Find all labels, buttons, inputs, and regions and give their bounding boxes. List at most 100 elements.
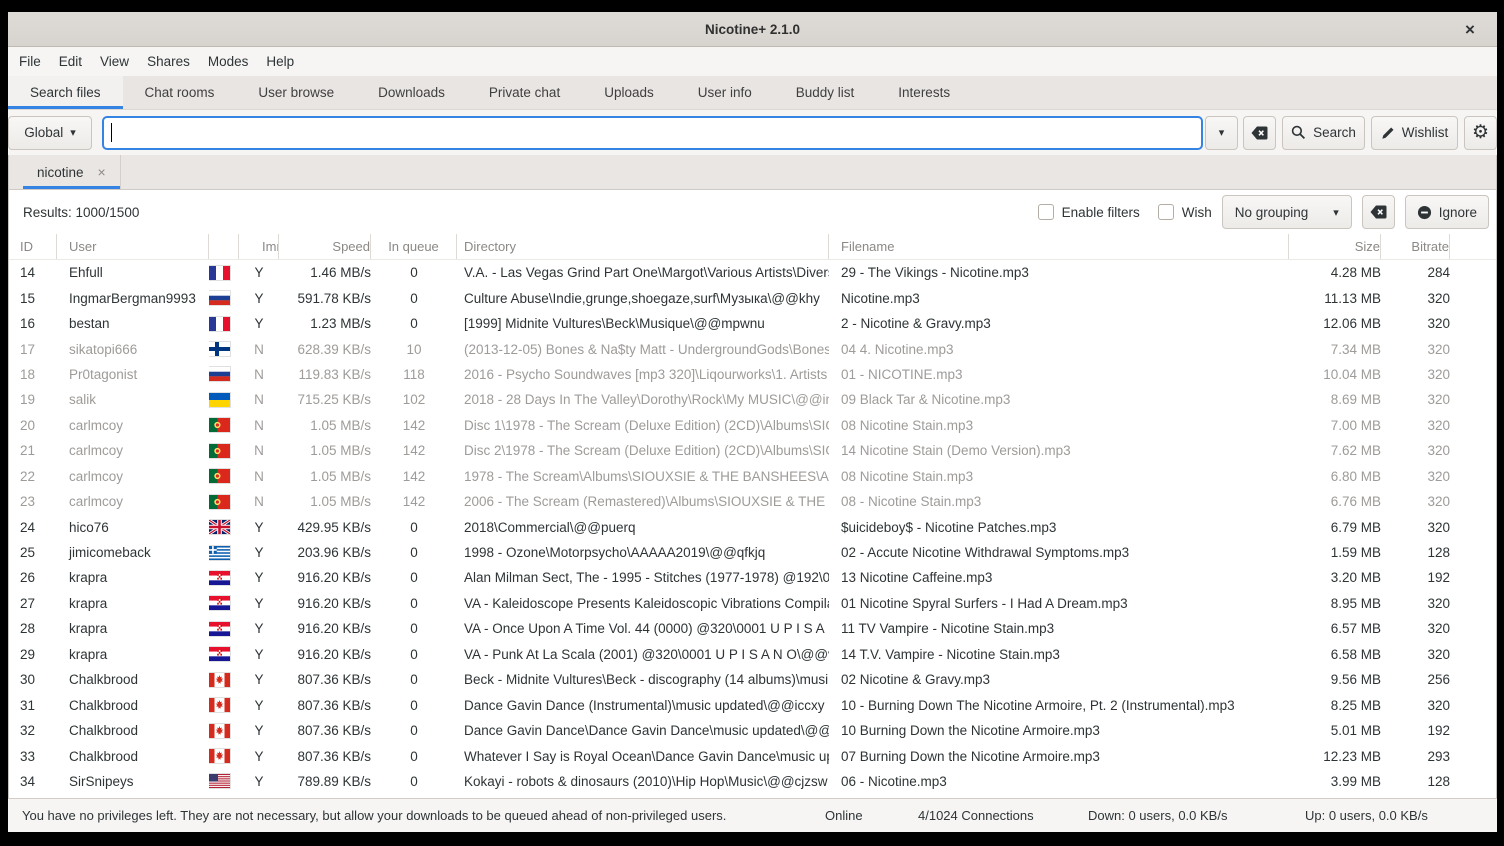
clear-results-button[interactable] xyxy=(1362,195,1395,229)
menubar: FileEditViewSharesModesHelp xyxy=(8,47,1497,76)
result-flag xyxy=(209,489,239,514)
table-row[interactable]: 19salikN715.25 KB/s1022018 - 28 Days In … xyxy=(9,387,1496,412)
menu-item-view[interactable]: View xyxy=(91,47,138,76)
table-row[interactable]: 21carlmcoyN1.05 MB/s142Disc 2\1978 - The… xyxy=(9,438,1496,463)
result-filename: 13 Nicotine Caffeine.mp3 xyxy=(829,565,1289,590)
window-title: Nicotine+ 2.1.0 xyxy=(705,22,800,37)
statusbar: You have no privileges left. They are no… xyxy=(8,798,1497,832)
result-bitrate: 320 xyxy=(1381,285,1450,310)
table-row[interactable]: 25jimicomebackY203.96 KB/s01998 - Ozone\… xyxy=(9,540,1496,565)
result-speed: 1.05 MB/s xyxy=(279,438,371,463)
tab-user-info[interactable]: User info xyxy=(676,76,774,109)
privileges-message: You have no privileges left. They are no… xyxy=(22,808,726,823)
result-user: jimicomeback xyxy=(57,540,209,565)
column-header-speed[interactable]: Speed xyxy=(279,234,371,259)
backspace-clear-icon xyxy=(1251,126,1268,140)
table-row[interactable]: 28krapraY916.20 KB/s0VA - Once Upon A Ti… xyxy=(9,616,1496,641)
search-scope-dropdown[interactable]: Global ▾ xyxy=(8,116,92,150)
column-header-queue[interactable]: In queue xyxy=(371,234,457,259)
column-header-size[interactable]: Size xyxy=(1289,234,1381,259)
column-header-immediate[interactable]: Immediate Download xyxy=(239,234,279,259)
table-row[interactable]: 15IngmarBergman9993Y591.78 KB/s0Culture … xyxy=(9,285,1496,310)
table-row[interactable]: 33ChalkbroodY807.36 KB/s0Whatever I Say … xyxy=(9,743,1496,768)
grouping-value: No grouping xyxy=(1235,205,1309,220)
table-row[interactable]: 18Pr0tagonistN119.83 KB/s1182016 - Psych… xyxy=(9,362,1496,387)
tab-downloads[interactable]: Downloads xyxy=(356,76,467,109)
table-row[interactable]: 27krapraY916.20 KB/s0VA - Kaleidoscope P… xyxy=(9,591,1496,616)
checkbox-icon[interactable] xyxy=(1038,204,1054,220)
result-flag xyxy=(209,336,239,361)
result-filename: 04 4. Nicotine.mp3 xyxy=(829,336,1289,361)
upload-status[interactable]: Up: 0 users, 0.0 KB/s xyxy=(1305,808,1428,823)
column-header-user[interactable]: User xyxy=(57,234,209,259)
result-id: 29 xyxy=(9,642,57,667)
result-id: 19 xyxy=(9,387,57,412)
search-tab-nicotine[interactable]: nicotine × xyxy=(23,155,121,189)
ignore-button[interactable]: Ignore xyxy=(1405,195,1489,229)
settings-button[interactable]: ⚙ xyxy=(1464,116,1497,150)
checkbox-icon[interactable] xyxy=(1158,204,1174,220)
table-row[interactable]: 23carlmcoyN1.05 MB/s1422006 - The Scream… xyxy=(9,489,1496,514)
result-bitrate: 320 xyxy=(1381,591,1450,616)
table-row[interactable]: 14EhfullY1.46 MB/s0V.A. - Las Vegas Grin… xyxy=(9,260,1496,285)
results-table-body: 14EhfullY1.46 MB/s0V.A. - Las Vegas Grin… xyxy=(9,260,1496,798)
tab-private-chat[interactable]: Private chat xyxy=(467,76,582,109)
result-size: 3.99 MB xyxy=(1289,769,1381,794)
menu-item-shares[interactable]: Shares xyxy=(138,47,199,76)
table-row[interactable]: 29krapraY916.20 KB/s0VA - Punk At La Sca… xyxy=(9,642,1496,667)
menu-item-modes[interactable]: Modes xyxy=(199,47,258,76)
result-user: IngmarBergman9993 xyxy=(57,285,209,310)
table-row[interactable]: 24hico76Y429.95 KB/s02018\Commercial\@@p… xyxy=(9,514,1496,539)
result-size: 7.62 MB xyxy=(1289,438,1381,463)
result-id: 25 xyxy=(9,540,57,565)
enable-filters-checkbox[interactable]: Enable filters xyxy=(1038,204,1140,220)
result-directory: VA - Punk At La Scala (2001) @320\0001 U… xyxy=(457,642,829,667)
table-row[interactable]: 32ChalkbroodY807.36 KB/s0Dance Gavin Dan… xyxy=(9,718,1496,743)
column-header-id[interactable]: ID xyxy=(9,234,57,259)
online-status[interactable]: Online xyxy=(825,808,863,823)
table-row[interactable]: 17sikatopi666N628.39 KB/s10(2013-12-05) … xyxy=(9,336,1496,361)
result-filename: 07 Burning Down the Nicotine Armoire.mp3 xyxy=(829,743,1289,768)
tab-close-icon[interactable]: × xyxy=(98,164,106,180)
tab-uploads[interactable]: Uploads xyxy=(582,76,676,109)
table-row[interactable]: 34SirSnipeysY789.89 KB/s0Kokayi - robots… xyxy=(9,769,1496,794)
result-bitrate: 192 xyxy=(1381,565,1450,590)
result-user: salik xyxy=(57,387,209,412)
result-filename: 08 Nicotine Stain.mp3 xyxy=(829,464,1289,489)
tab-chat-rooms[interactable]: Chat rooms xyxy=(123,76,237,109)
table-row[interactable]: 30ChalkbroodY807.36 KB/s0Beck - Midnite … xyxy=(9,667,1496,692)
column-header-filename[interactable]: Filename xyxy=(829,234,1289,259)
search-history-dropdown[interactable]: ▾ xyxy=(1205,116,1238,150)
tab-search-files[interactable]: Search files xyxy=(8,76,123,109)
tab-user-browse[interactable]: User browse xyxy=(236,76,356,109)
search-input[interactable] xyxy=(102,116,1203,150)
result-user: krapra xyxy=(57,591,209,616)
menu-item-file[interactable]: File xyxy=(10,47,50,76)
table-row[interactable]: 22carlmcoyN1.05 MB/s1421978 - The Scream… xyxy=(9,464,1496,489)
result-queue: 0 xyxy=(371,769,457,794)
wishlist-button[interactable]: Wishlist xyxy=(1371,116,1458,150)
search-button[interactable]: Search xyxy=(1282,116,1365,150)
menu-item-edit[interactable]: Edit xyxy=(50,47,91,76)
column-header-country[interactable] xyxy=(209,234,239,259)
wish-checkbox[interactable]: Wish xyxy=(1158,204,1212,220)
result-directory: Dance Gavin Dance\Dance Gavin Dance\musi… xyxy=(457,718,829,743)
column-header-bitrate[interactable]: Bitrate xyxy=(1381,234,1450,259)
result-size: 7.00 MB xyxy=(1289,413,1381,438)
window-close-button[interactable]: × xyxy=(1459,19,1481,41)
result-speed: 1.05 MB/s xyxy=(279,489,371,514)
table-row[interactable]: 16bestanY1.23 MB/s0[1999] Midnite Vultur… xyxy=(9,311,1496,336)
tab-buddy-list[interactable]: Buddy list xyxy=(774,76,877,109)
download-status[interactable]: Down: 0 users, 0.0 KB/s xyxy=(1088,808,1227,823)
result-bitrate: 293 xyxy=(1381,743,1450,768)
grouping-dropdown[interactable]: No grouping ▾ xyxy=(1222,195,1352,229)
table-row[interactable]: 26krapraY916.20 KB/s0Alan Milman Sect, T… xyxy=(9,565,1496,590)
result-queue: 0 xyxy=(371,667,457,692)
table-row[interactable]: 20carlmcoyN1.05 MB/s142Disc 1\1978 - The… xyxy=(9,413,1496,438)
clear-search-button[interactable] xyxy=(1243,116,1276,150)
column-header-directory[interactable]: Directory xyxy=(457,234,829,259)
result-id: 30 xyxy=(9,667,57,692)
tab-interests[interactable]: Interests xyxy=(876,76,972,109)
table-row[interactable]: 31ChalkbroodY807.36 KB/s0Dance Gavin Dan… xyxy=(9,692,1496,717)
menu-item-help[interactable]: Help xyxy=(257,47,303,76)
